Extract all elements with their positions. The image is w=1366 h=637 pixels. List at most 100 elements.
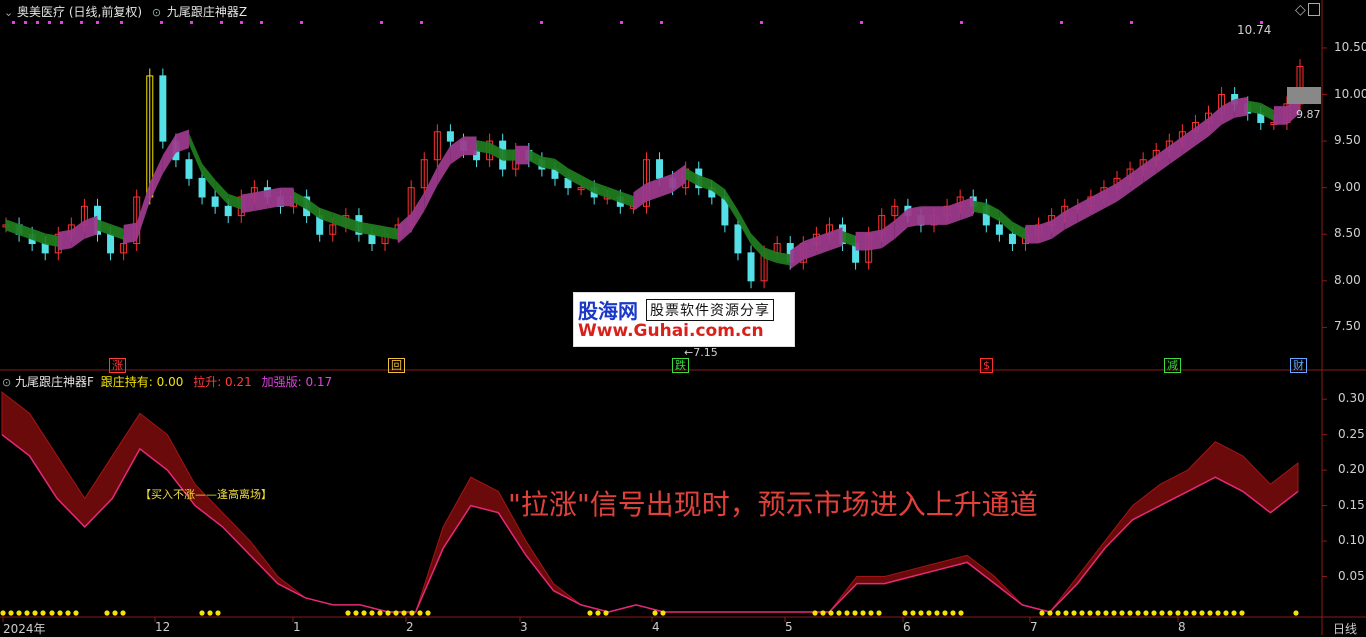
band-segment bbox=[1077, 196, 1091, 223]
watermark-brand: 股海网 bbox=[578, 299, 638, 323]
signal-dots bbox=[0, 610, 1299, 616]
signal-dot bbox=[40, 610, 46, 616]
band-segment bbox=[698, 175, 712, 191]
signal-dot bbox=[16, 610, 22, 616]
date-tick: 4 bbox=[652, 620, 660, 634]
band-segment bbox=[1090, 190, 1104, 216]
signal-dot bbox=[1215, 610, 1221, 616]
signal-dot bbox=[1135, 610, 1141, 616]
signal-dot bbox=[49, 610, 55, 616]
rise-value: 拉升: 0.21 bbox=[193, 375, 252, 389]
signal-dot bbox=[1071, 610, 1077, 616]
price-tick: 8.50 bbox=[1334, 226, 1361, 241]
top-marker bbox=[36, 21, 39, 24]
band-segment bbox=[463, 136, 477, 156]
signal-dot bbox=[587, 610, 593, 616]
band-segment bbox=[868, 229, 882, 251]
signal-dot bbox=[385, 610, 391, 616]
band-segment bbox=[149, 155, 163, 202]
signal-dot bbox=[652, 610, 658, 616]
candle-body bbox=[656, 159, 664, 179]
signal-dot bbox=[1159, 610, 1165, 616]
band-segment bbox=[254, 190, 268, 211]
price-tick: 9.50 bbox=[1334, 133, 1361, 148]
band-segment bbox=[1025, 224, 1039, 244]
band-segment bbox=[241, 192, 255, 214]
signal-dot bbox=[595, 610, 601, 616]
band-segment bbox=[371, 224, 386, 238]
band-segment bbox=[515, 145, 529, 165]
top-marker bbox=[1130, 21, 1133, 24]
band-segment bbox=[816, 231, 830, 256]
top-marker bbox=[860, 21, 863, 24]
band-segment bbox=[280, 187, 294, 207]
signal-dot bbox=[361, 610, 367, 616]
signal-dot bbox=[417, 610, 423, 616]
candle-body bbox=[159, 75, 167, 142]
maximize-icon[interactable] bbox=[1308, 3, 1320, 16]
band-segment bbox=[123, 222, 137, 244]
signal-dot bbox=[812, 610, 818, 616]
signal-dot bbox=[345, 610, 351, 616]
osc-tick: 0.25 bbox=[1338, 426, 1365, 441]
band-segment bbox=[803, 236, 817, 260]
band-segment bbox=[411, 192, 425, 232]
holding-value: 跟庄持有: 0.00 bbox=[100, 375, 184, 389]
band-segment bbox=[829, 227, 843, 251]
signal-dot bbox=[425, 610, 431, 616]
top-marker bbox=[960, 21, 963, 24]
signal-dot bbox=[950, 610, 956, 616]
signal-dot bbox=[8, 610, 14, 616]
candle-body bbox=[41, 243, 49, 254]
candle-body bbox=[107, 233, 115, 254]
signal-dot bbox=[836, 610, 842, 616]
candlestick-series bbox=[2, 59, 1304, 289]
signal-dot bbox=[852, 610, 858, 616]
osc-tick: 0.20 bbox=[1338, 462, 1365, 477]
signal-dot bbox=[24, 610, 30, 616]
band-segment bbox=[777, 251, 791, 266]
date-tick: 5 bbox=[785, 620, 793, 634]
band-segment bbox=[1247, 100, 1261, 115]
signal-dot bbox=[860, 610, 866, 616]
band-segment bbox=[358, 221, 372, 236]
signal-dot bbox=[828, 610, 834, 616]
signal-dot bbox=[1175, 610, 1181, 616]
sub-indicator-icon[interactable]: ⊙ bbox=[2, 376, 11, 389]
band-segment bbox=[293, 191, 307, 210]
band-segment bbox=[607, 186, 621, 203]
signal-dot bbox=[65, 610, 71, 616]
signal-dot bbox=[57, 610, 63, 616]
period-label[interactable]: 日线 bbox=[1333, 620, 1357, 637]
band-segment bbox=[528, 149, 542, 168]
band-segment bbox=[907, 206, 921, 228]
signal-dot bbox=[215, 610, 221, 616]
signal-dot bbox=[73, 610, 79, 616]
signal-dot bbox=[926, 610, 932, 616]
main-note: "拉涨"信号出现时，预示市场进入上升通道 bbox=[508, 488, 1038, 521]
signal-dot bbox=[660, 610, 666, 616]
candle-body bbox=[995, 224, 1003, 235]
sub-indicator-name[interactable]: 九尾跟庄神器F bbox=[15, 375, 94, 389]
band-segment bbox=[855, 231, 869, 251]
signal-dot bbox=[393, 610, 399, 616]
signal-dot bbox=[1103, 610, 1109, 616]
diamond-icon[interactable]: ◇ bbox=[1295, 2, 1306, 18]
top-marker bbox=[12, 21, 15, 24]
signal-dot bbox=[1191, 610, 1197, 616]
osc-tick: 0.30 bbox=[1338, 391, 1365, 406]
candle-body bbox=[368, 233, 376, 245]
trend-band bbox=[6, 21, 1300, 270]
small-note: 【买入不涨——逢高离场】 bbox=[140, 488, 272, 501]
current-label: 9.87 bbox=[1296, 108, 1321, 121]
top-marker bbox=[540, 21, 543, 24]
signal-dot bbox=[32, 610, 38, 616]
candle-body bbox=[198, 177, 206, 198]
price-tick: 10.50 bbox=[1334, 39, 1366, 54]
band-segment bbox=[1038, 220, 1052, 244]
top-marker bbox=[260, 21, 263, 24]
band-segment bbox=[437, 145, 451, 186]
top-marker bbox=[96, 21, 99, 24]
signal-dot bbox=[1063, 610, 1069, 616]
signal-dot bbox=[1095, 610, 1101, 616]
